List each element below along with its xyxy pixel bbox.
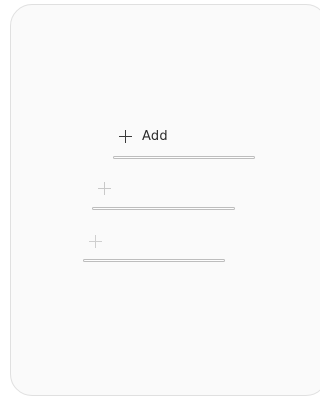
add-underline-3: [83, 259, 225, 262]
plus-icon[interactable]: [89, 235, 102, 248]
add-underline-2: [92, 207, 235, 210]
plus-icon[interactable]: [119, 130, 132, 143]
plus-icon[interactable]: [98, 182, 111, 195]
add-underline: [113, 156, 255, 159]
add-button[interactable]: Add: [119, 129, 168, 144]
add-button-3[interactable]: [89, 235, 112, 248]
add-button-2[interactable]: [98, 182, 121, 195]
panel-card: [10, 4, 320, 396]
add-label: Add: [142, 129, 168, 144]
